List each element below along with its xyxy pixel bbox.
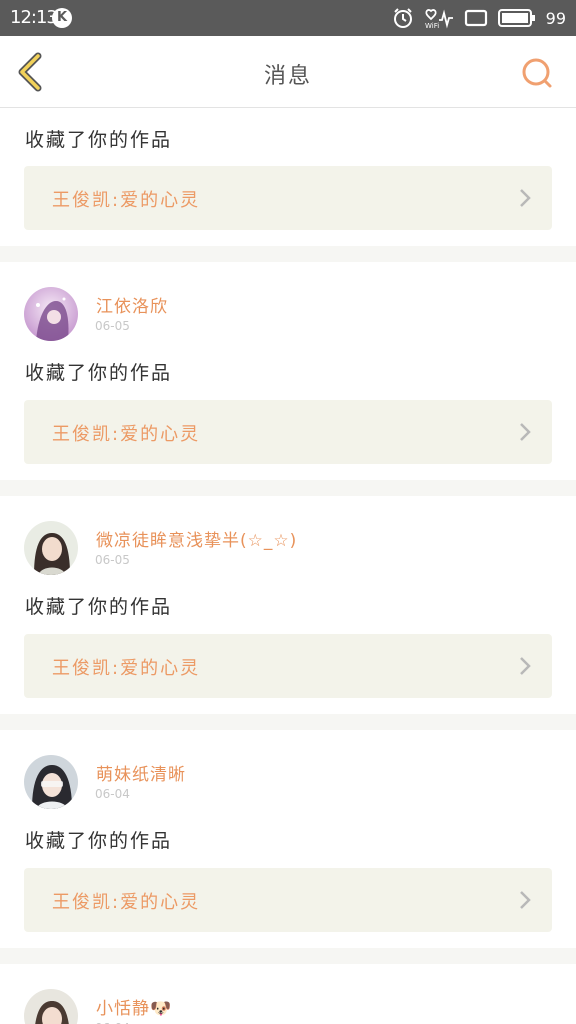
message-date: 06-04 bbox=[95, 787, 130, 801]
avatar[interactable] bbox=[24, 989, 78, 1024]
chevron-right-icon bbox=[520, 189, 531, 207]
chevron-right-icon bbox=[520, 891, 531, 909]
svg-text:WiFi: WiFi bbox=[425, 22, 439, 29]
work-link[interactable]: 王俊凯:爱的心灵 bbox=[24, 166, 552, 230]
work-link[interactable]: 王俊凯:爱的心灵 bbox=[24, 868, 552, 932]
work-link[interactable]: 王俊凯:爱的心灵 bbox=[24, 634, 552, 698]
message-date: 06-05 bbox=[95, 553, 130, 567]
alarm-icon bbox=[393, 8, 412, 28]
work-title: 王俊凯:爱的心灵 bbox=[52, 424, 201, 445]
app-badge-icon: K bbox=[52, 8, 72, 28]
work-title: 王俊凯:爱的心灵 bbox=[52, 658, 201, 679]
message-card: 收藏了你的作品 王俊凯:爱的心灵 bbox=[0, 108, 576, 246]
message-action: 收藏了你的作品 bbox=[25, 830, 173, 852]
username[interactable]: 萌妹纸清晰 bbox=[96, 760, 186, 785]
work-title: 王俊凯:爱的心灵 bbox=[52, 892, 201, 913]
avatar[interactable] bbox=[24, 521, 78, 575]
status-bar: 12:13 K WiFi 99 bbox=[0, 0, 576, 36]
work-title: 王俊凯:爱的心灵 bbox=[52, 190, 201, 211]
avatar[interactable] bbox=[24, 287, 78, 341]
message-card: 微凉徒眸意浅挚半(☆_☆) 06-05 收藏了你的作品 王俊凯:爱的心灵 bbox=[0, 496, 576, 714]
avatar[interactable] bbox=[24, 755, 78, 809]
username-text: 小恬静 bbox=[96, 999, 150, 1019]
message-action: 收藏了你的作品 bbox=[25, 362, 173, 384]
username[interactable]: 微凉徒眸意浅挚半(☆_☆) bbox=[96, 526, 297, 551]
message-card: 江依洛欣 06-05 收藏了你的作品 王俊凯:爱的心灵 bbox=[0, 262, 576, 480]
search-icon bbox=[522, 58, 552, 88]
battery-icon bbox=[497, 9, 535, 27]
message-card: 萌妹纸清晰 06-04 收藏了你的作品 王俊凯:爱的心灵 bbox=[0, 730, 576, 948]
username[interactable]: 小恬静🐶 bbox=[96, 994, 172, 1019]
chevron-right-icon bbox=[520, 423, 531, 441]
status-time: 12:13 bbox=[10, 7, 58, 28]
wifi-icon: WiFi bbox=[425, 9, 453, 29]
username[interactable]: 江依洛欣 bbox=[96, 292, 168, 317]
app-header: 消息 bbox=[0, 36, 576, 108]
search-button[interactable] bbox=[520, 56, 554, 90]
message-action: 收藏了你的作品 bbox=[25, 596, 173, 618]
page-title: 消息 bbox=[263, 64, 312, 89]
battery-percent: 99 bbox=[545, 8, 566, 28]
message-action: 收藏了你的作品 bbox=[25, 129, 173, 151]
message-date: 06-05 bbox=[95, 319, 130, 333]
status-icons: WiFi 99 bbox=[392, 6, 566, 30]
dog-emoji-icon: 🐶 bbox=[150, 999, 173, 1019]
screen-icon bbox=[464, 9, 487, 27]
chevron-right-icon bbox=[520, 657, 531, 675]
work-link[interactable]: 王俊凯:爱的心灵 bbox=[24, 400, 552, 464]
message-list: 收藏了你的作品 王俊凯:爱的心灵 江依洛欣 06-05 收藏了你的作品 王俊凯:… bbox=[0, 108, 576, 1024]
message-card: 小恬静🐶 06-04 bbox=[0, 964, 576, 1024]
